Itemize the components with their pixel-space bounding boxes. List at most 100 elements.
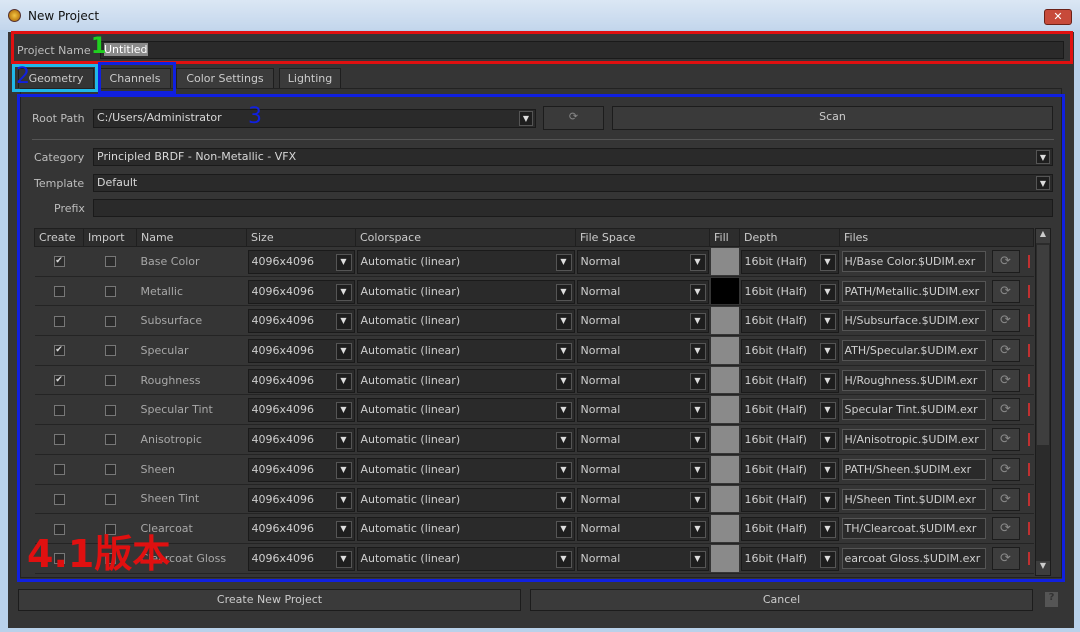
scan-button[interactable]: Scan (612, 106, 1053, 130)
depth-select[interactable]: 16bit (Half) ▼ (740, 339, 839, 364)
reload-button[interactable]: ⟳ (991, 487, 1020, 511)
tab-lighting[interactable]: Lighting (279, 68, 341, 88)
colorspace-select[interactable]: Automatic (linear) ▼ (356, 279, 575, 304)
fill-swatch[interactable] (710, 366, 739, 394)
depth-select[interactable]: 16bit (Half) ▼ (740, 487, 839, 512)
column-header[interactable]: Size (246, 228, 356, 247)
file-path-input[interactable]: earcoat Gloss.$UDIM.exr (841, 547, 986, 569)
colorspace-select[interactable]: Automatic (linear) ▼ (356, 398, 575, 423)
create-checkbox[interactable]: ✔ (53, 375, 65, 387)
file-path-input[interactable]: PATH/Metallic.$UDIM.exr (841, 280, 986, 302)
column-header[interactable]: Depth (739, 228, 840, 247)
filespace-select[interactable]: Normal ▼ (576, 368, 709, 393)
import-checkbox[interactable] (104, 523, 116, 535)
size-select[interactable]: 4096x4096 ▼ (247, 517, 355, 542)
file-path-input[interactable]: Specular Tint.$UDIM.exr (841, 399, 986, 421)
file-path-input[interactable]: TH/Clearcoat.$UDIM.exr (841, 518, 986, 540)
colorspace-select[interactable]: Automatic (linear) ▼ (356, 517, 575, 542)
cancel-button[interactable]: Cancel (530, 589, 1033, 611)
file-path-input[interactable]: H/Sheen Tint.$UDIM.exr (841, 488, 986, 510)
colorspace-select[interactable]: Automatic (linear) ▼ (356, 457, 575, 482)
size-select[interactable]: 4096x4096 ▼ (247, 487, 355, 512)
import-checkbox[interactable] (104, 256, 116, 268)
column-header[interactable]: Create (34, 228, 84, 247)
scroll-thumb[interactable] (1037, 245, 1049, 445)
depth-select[interactable]: 16bit (Half) ▼ (740, 517, 839, 542)
reload-button[interactable]: ⟳ (991, 339, 1020, 363)
create-new-project-button[interactable]: Create New Project (18, 589, 521, 611)
size-select[interactable]: 4096x4096 ▼ (247, 457, 355, 482)
import-checkbox[interactable] (104, 553, 116, 565)
size-select[interactable]: 4096x4096 ▼ (247, 339, 355, 364)
fill-swatch[interactable] (710, 248, 739, 275)
scroll-up-arrow[interactable]: ▲ (1036, 229, 1050, 243)
tab-channels[interactable]: Channels (99, 68, 171, 88)
column-header[interactable]: File Space (575, 228, 710, 247)
reload-button[interactable]: ⟳ (991, 368, 1020, 392)
fill-swatch[interactable] (710, 515, 739, 542)
colorspace-select[interactable]: Automatic (linear) ▼ (356, 339, 575, 364)
colorspace-select[interactable]: Automatic (linear) ▼ (356, 250, 575, 274)
create-checkbox[interactable] (53, 464, 65, 476)
create-checkbox[interactable] (53, 286, 65, 298)
size-select[interactable]: 4096x4096 ▼ (247, 250, 355, 274)
create-checkbox[interactable] (53, 315, 65, 327)
filespace-select[interactable]: Normal ▼ (576, 309, 709, 334)
depth-select[interactable]: 16bit (Half) ▼ (740, 368, 839, 393)
depth-select[interactable]: 16bit (Half) ▼ (740, 546, 839, 571)
filespace-select[interactable]: Normal ▼ (576, 546, 709, 571)
create-checkbox[interactable] (53, 523, 65, 535)
filespace-select[interactable]: Normal ▼ (576, 457, 709, 482)
column-header[interactable]: Colorspace (355, 228, 576, 247)
scroll-down-arrow[interactable]: ▼ (1036, 561, 1050, 575)
prefix-input[interactable] (93, 199, 1053, 217)
colorspace-select[interactable]: Automatic (linear) ▼ (356, 368, 575, 393)
create-checkbox[interactable] (53, 434, 65, 446)
chevron-down-icon[interactable]: ▼ (519, 111, 533, 126)
depth-select[interactable]: 16bit (Half) ▼ (740, 279, 839, 304)
fill-swatch[interactable] (710, 277, 739, 305)
reload-button[interactable]: ⟳ (991, 250, 1020, 273)
fill-swatch[interactable] (710, 426, 739, 453)
column-header[interactable]: Files (839, 228, 1034, 247)
filespace-select[interactable]: Normal ▼ (576, 250, 709, 274)
create-checkbox[interactable] (53, 553, 65, 565)
depth-select[interactable]: 16bit (Half) ▼ (740, 250, 839, 274)
browse-button[interactable]: ⟳ (543, 106, 604, 130)
size-select[interactable]: 4096x4096 ▼ (247, 279, 355, 304)
reload-button[interactable]: ⟳ (991, 309, 1020, 333)
file-path-input[interactable]: H/Base Color.$UDIM.exr (841, 251, 986, 272)
root-path-input[interactable]: C:/Users/Administrator ▼ (93, 109, 536, 128)
fill-swatch[interactable] (710, 455, 739, 483)
size-select[interactable]: 4096x4096 ▼ (247, 428, 355, 453)
fill-swatch[interactable] (710, 307, 739, 335)
reload-button[interactable]: ⟳ (991, 279, 1020, 303)
reload-button[interactable]: ⟳ (991, 457, 1020, 481)
table-scrollbar[interactable]: ▲ ▼ (1035, 228, 1051, 576)
filespace-select[interactable]: Normal ▼ (576, 279, 709, 304)
colorspace-select[interactable]: Automatic (linear) ▼ (356, 487, 575, 512)
depth-select[interactable]: 16bit (Half) ▼ (740, 428, 839, 453)
import-checkbox[interactable] (104, 464, 116, 476)
help-icon[interactable]: ? (1045, 592, 1058, 607)
project-name-input[interactable]: Untitled (100, 41, 1064, 59)
import-checkbox[interactable] (104, 315, 116, 327)
template-select[interactable]: Default ▼ (93, 174, 1053, 192)
reload-button[interactable]: ⟳ (991, 428, 1020, 452)
file-path-input[interactable]: ATH/Specular.$UDIM.exr (841, 340, 986, 362)
fill-swatch[interactable] (710, 337, 739, 364)
create-checkbox[interactable]: ✔ (53, 256, 65, 268)
file-path-input[interactable]: H/Roughness.$UDIM.exr (841, 369, 986, 391)
close-button[interactable]: ✕ (1044, 9, 1072, 25)
reload-button[interactable]: ⟳ (991, 517, 1020, 541)
filespace-select[interactable]: Normal ▼ (576, 398, 709, 423)
size-select[interactable]: 4096x4096 ▼ (247, 546, 355, 571)
create-checkbox[interactable] (53, 493, 65, 505)
reload-button[interactable]: ⟳ (991, 546, 1020, 570)
colorspace-select[interactable]: Automatic (linear) ▼ (356, 309, 575, 334)
fill-swatch[interactable] (710, 396, 739, 424)
column-header[interactable]: Name (136, 228, 247, 247)
filespace-select[interactable]: Normal ▼ (576, 339, 709, 364)
size-select[interactable]: 4096x4096 ▼ (247, 309, 355, 334)
file-path-input[interactable]: H/Subsurface.$UDIM.exr (841, 310, 986, 332)
